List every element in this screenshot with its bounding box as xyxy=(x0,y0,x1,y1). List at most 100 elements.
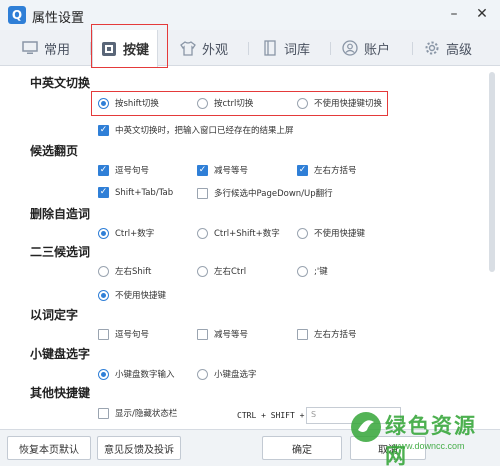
radio-semicolon-quote[interactable]: ;'键 xyxy=(297,265,328,277)
section-title-word-to-char: 以词定字 xyxy=(30,308,79,322)
minimize-icon[interactable]: – xyxy=(446,6,462,22)
tab-account[interactable]: 账户 xyxy=(334,30,398,66)
option-label: 按shift切换 xyxy=(115,99,159,109)
window-title: 属性设置 xyxy=(32,11,85,26)
tab-advanced[interactable]: 高级 xyxy=(416,30,480,66)
watermark-logo-icon xyxy=(351,412,381,442)
restore-default-button[interactable]: 恢复本页默认 xyxy=(7,436,91,460)
shortcut-modifier-label: CTRL + SHIFT + xyxy=(237,411,305,420)
option-label: 按ctrl切换 xyxy=(214,99,254,109)
tab-label: 账户 xyxy=(364,42,391,58)
radio-indicator xyxy=(197,265,208,277)
checkbox-w2c-brackets[interactable]: 左右方括号 xyxy=(297,328,357,340)
app-logo: Q xyxy=(8,6,26,24)
option-label: ;'键 xyxy=(314,267,328,277)
tab-lexicon[interactable]: 词库 xyxy=(254,30,318,66)
tab-label: 高级 xyxy=(446,42,473,58)
checkbox-w2c-minus-equal[interactable]: 减号等号 xyxy=(197,328,248,340)
option-label: 逗号句号 xyxy=(115,330,150,340)
radio-indicator xyxy=(297,227,308,239)
feedback-button[interactable]: 意见反馈及投诉 xyxy=(97,436,181,460)
checkbox-pagedown-up[interactable]: 多行候选中PageDown/Up翻行 xyxy=(197,187,333,199)
checkbox-indicator xyxy=(197,164,208,176)
radio-indicator xyxy=(197,368,208,380)
tab-label: 外观 xyxy=(202,42,229,58)
radio-delete-no-shortcut[interactable]: 不使用快捷键 xyxy=(297,227,365,239)
section-title-delete-word: 删除自造词 xyxy=(30,207,91,221)
option-label: 小键盘数字输入 xyxy=(115,370,175,380)
tab-label: 常用 xyxy=(44,42,71,58)
checkbox-toggle-statusbar[interactable]: 显示/隐藏状态栏 xyxy=(98,407,177,419)
radio-indicator xyxy=(297,265,308,277)
ok-button[interactable]: 确定 xyxy=(262,436,342,460)
radio-indicator xyxy=(197,97,208,109)
highlight-keys-tab xyxy=(91,24,168,68)
user-icon xyxy=(342,40,358,56)
option-label: 逗号句号 xyxy=(115,166,150,176)
radio-no-shortcut-switch[interactable]: 不使用快捷键切换 xyxy=(297,97,382,109)
option-label: 不使用快捷键切换 xyxy=(314,99,383,109)
watermark-url: www.downcc.com xyxy=(393,441,465,451)
option-label: Ctrl+数字 xyxy=(115,229,155,239)
watermark: 绿色资源网 www.downcc.com xyxy=(345,408,495,466)
option-label: 不使用快捷键 xyxy=(115,291,167,301)
checkbox-indicator xyxy=(197,328,208,340)
option-label: 减号等号 xyxy=(214,330,249,340)
tab-appearance[interactable]: 外观 xyxy=(172,30,236,66)
title-bar: Q 属性设置 – ✕ xyxy=(0,0,500,30)
radio-indicator xyxy=(98,97,109,109)
checkbox-shift-tab[interactable]: Shift+Tab/Tab xyxy=(98,187,173,198)
option-label: 减号等号 xyxy=(214,166,249,176)
checkbox-indicator xyxy=(98,328,109,340)
section-title-numpad: 小键盘选字 xyxy=(30,347,91,361)
shirt-icon xyxy=(180,40,196,56)
option-label: 不使用快捷键 xyxy=(314,229,366,239)
option-label: 显示/隐藏状态栏 xyxy=(115,409,178,419)
option-label: Shift+Tab/Tab xyxy=(115,187,174,198)
radio-left-right-shift[interactable]: 左右Shift xyxy=(98,265,151,277)
monitor-icon xyxy=(22,40,38,56)
option-label: 多行候选中PageDown/Up翻行 xyxy=(214,189,333,199)
radio-numpad-input[interactable]: 小键盘数字输入 xyxy=(98,368,175,380)
option-label: 左右Ctrl xyxy=(214,267,247,277)
checkbox-commit-on-switch[interactable]: 中英文切换时，把输入窗口已经存在的结果上屏 xyxy=(98,124,294,136)
book-icon xyxy=(262,40,278,56)
checkbox-minus-equal[interactable]: 减号等号 xyxy=(197,164,248,176)
radio-ctrl-number[interactable]: Ctrl+数字 xyxy=(98,227,154,239)
radio-indicator xyxy=(98,368,109,380)
radio-ctrl-shift-number[interactable]: Ctrl+Shift+数字 xyxy=(197,227,280,239)
radio-left-right-ctrl[interactable]: 左右Ctrl xyxy=(197,265,246,277)
option-label: 中英文切换时，把输入窗口已经存在的结果上屏 xyxy=(115,126,294,136)
checkbox-indicator xyxy=(297,164,308,176)
section-title-candidate-page: 候选翻页 xyxy=(30,144,79,158)
radio-shift-switch[interactable]: 按shift切换 xyxy=(98,97,159,109)
tab-bar: 常用 按键 外观 词库 账户 高级 xyxy=(0,30,500,67)
radio-indicator xyxy=(98,227,109,239)
tab-label: 词库 xyxy=(284,42,311,58)
scrollbar-thumb[interactable] xyxy=(489,72,495,272)
checkbox-indicator xyxy=(98,187,109,198)
radio-indicator xyxy=(297,97,308,109)
option-label: 小键盘选字 xyxy=(214,370,257,380)
section-title-cn-en: 中英文切换 xyxy=(30,76,91,90)
tab-common[interactable]: 常用 xyxy=(14,30,78,66)
radio-indicator xyxy=(98,289,109,301)
radio-candidate-no-shortcut[interactable]: 不使用快捷键 xyxy=(98,289,166,301)
radio-numpad-select[interactable]: 小键盘选字 xyxy=(197,368,257,380)
section-title-other-shortcuts: 其他快捷键 xyxy=(30,386,91,400)
option-label: Ctrl+Shift+数字 xyxy=(214,229,280,239)
radio-ctrl-switch[interactable]: 按ctrl切换 xyxy=(197,97,253,109)
checkbox-comma-period[interactable]: 逗号句号 xyxy=(98,164,149,176)
option-label: 左右方括号 xyxy=(314,330,357,340)
section-title-second-third: 二三候选词 xyxy=(30,245,91,259)
checkbox-indicator xyxy=(98,124,109,136)
watermark-text: 绿色资源网 xyxy=(385,414,477,466)
checkbox-brackets[interactable]: 左右方括号 xyxy=(297,164,357,176)
checkbox-indicator xyxy=(197,187,208,199)
radio-indicator xyxy=(197,227,208,239)
radio-indicator xyxy=(98,265,109,277)
checkbox-w2c-comma-period[interactable]: 逗号句号 xyxy=(98,328,149,340)
close-icon[interactable]: ✕ xyxy=(474,6,490,22)
gear-icon xyxy=(424,40,440,56)
option-label: 左右方括号 xyxy=(314,166,357,176)
